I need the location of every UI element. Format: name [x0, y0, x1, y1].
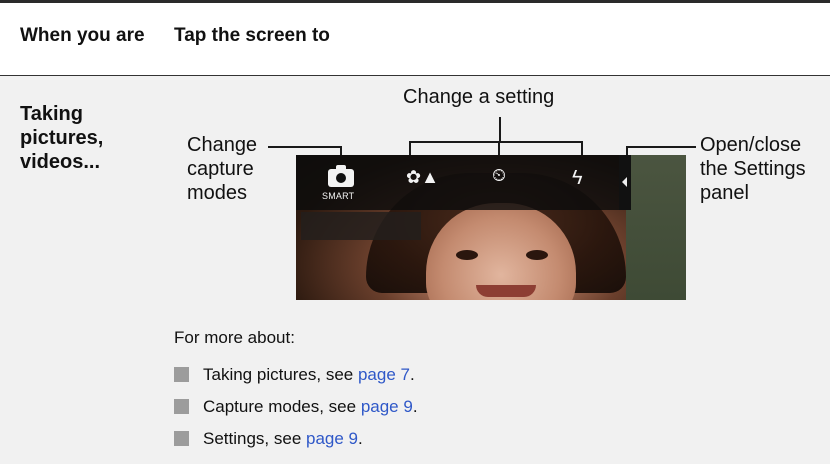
- header-tap-the-screen: Tap the screen to: [174, 25, 330, 46]
- photo-background-right: [626, 155, 686, 300]
- callout-line-right-horizontal: [626, 146, 696, 148]
- bullet-square-icon: [174, 431, 189, 446]
- camera-icon[interactable]: [328, 165, 354, 187]
- table-row: Taking pictures, videos... Change a sett…: [0, 76, 830, 464]
- chevron-left-icon: [622, 177, 627, 187]
- macro-landscape-icon[interactable]: ✿▲: [406, 167, 439, 188]
- page-link[interactable]: page 9: [361, 397, 413, 416]
- header-when-you-are: When you are: [20, 25, 145, 46]
- camera-screen-photo: SMART ✿▲ ⏲ ϟ: [296, 155, 686, 300]
- callout-open-close-settings: Open/close the Settings panel: [700, 134, 806, 204]
- for-more-intro: For more about:: [174, 328, 295, 347]
- bullet-square-icon: [174, 367, 189, 382]
- callout-change-capture-modes: Change capture modes: [187, 134, 258, 204]
- callout-line-left-horizontal: [268, 146, 341, 148]
- callout-line-top-vertical: [499, 117, 501, 142]
- page-link[interactable]: page 9: [306, 429, 358, 448]
- row-label: Taking pictures, videos...: [20, 103, 104, 173]
- smart-mode-label: SMART: [322, 191, 355, 201]
- list-item: Taking pictures, see page 7.: [174, 365, 415, 385]
- photo-eye-right: [526, 250, 548, 260]
- callout-change-setting: Change a setting: [403, 86, 555, 108]
- photo-eye-left: [456, 250, 478, 260]
- list-item: Settings, see page 9.: [174, 429, 363, 449]
- page-link[interactable]: page 7: [358, 365, 410, 384]
- callout-line-top-horizontal: [409, 141, 583, 143]
- camera-info-panel: [301, 212, 421, 240]
- photo-mouth: [476, 285, 536, 297]
- flash-icon[interactable]: ϟ: [572, 167, 583, 190]
- table-header-row: When you are Tap the screen to: [0, 3, 830, 75]
- bullet-square-icon: [174, 399, 189, 414]
- list-item: Capture modes, see page 9.: [174, 397, 418, 417]
- self-timer-icon[interactable]: ⏲: [492, 165, 506, 186]
